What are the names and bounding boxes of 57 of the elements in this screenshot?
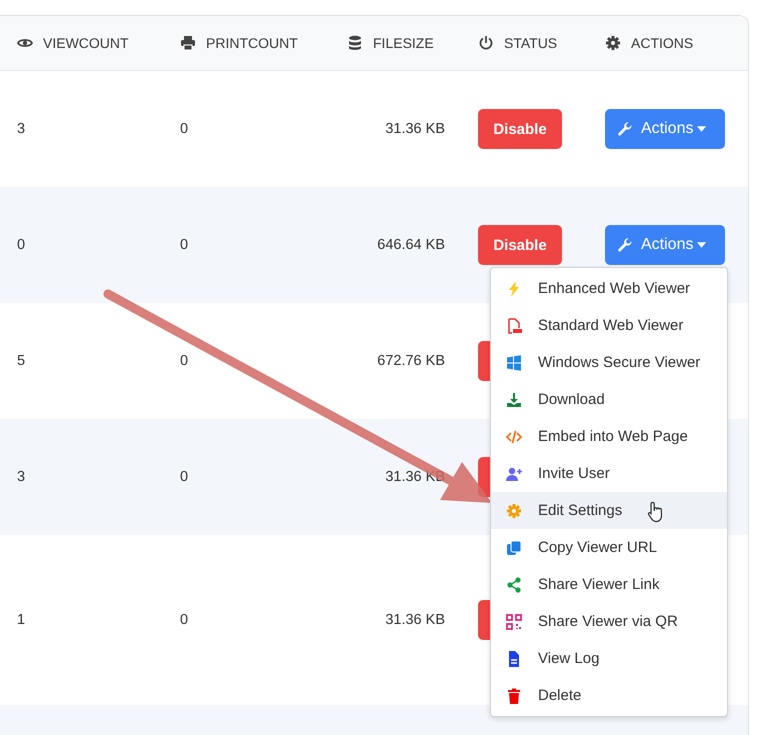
menu-item[interactable]: Delete xyxy=(491,677,727,714)
menu-item[interactable]: Embed into Web Page xyxy=(491,418,727,455)
table-cell: 3 xyxy=(17,121,26,137)
table-cell: 0 xyxy=(180,469,188,485)
table-cell: 3 xyxy=(17,469,26,485)
actions-button[interactable]: Actions xyxy=(605,225,725,265)
windows-icon xyxy=(506,354,522,370)
menu-item[interactable]: Windows Secure Viewer xyxy=(491,344,727,381)
printer-icon xyxy=(180,35,196,51)
menu-item[interactable]: Download xyxy=(491,381,727,418)
power-icon xyxy=(478,35,494,51)
menu-item[interactable]: Copy Viewer URL xyxy=(491,529,727,566)
copy-icon xyxy=(506,540,522,556)
menu-item[interactable]: Invite User xyxy=(491,455,727,492)
caret-icon xyxy=(697,126,706,132)
bolt-icon xyxy=(506,280,522,296)
menu-item[interactable]: View Log xyxy=(491,640,727,677)
wrench-icon xyxy=(617,121,633,137)
column-header[interactable]: VIEWCOUNT xyxy=(43,35,129,51)
table-cell: 0 xyxy=(180,237,188,253)
table-cell: 5 xyxy=(17,353,26,369)
actions-button[interactable]: Actions xyxy=(605,109,725,149)
table-cell: 1 xyxy=(17,612,26,628)
table-cell: 0 xyxy=(180,353,188,369)
document-icon xyxy=(506,650,522,666)
database-icon xyxy=(347,35,363,51)
menu-item[interactable]: Enhanced Web Viewer xyxy=(491,270,727,307)
table-cell: 646.64 KB xyxy=(377,237,445,253)
trash-icon xyxy=(506,688,522,704)
wrench-icon xyxy=(617,237,633,253)
table-cell: 31.36 KB xyxy=(385,469,445,485)
menu-item[interactable]: Standard Web Viewer xyxy=(491,307,727,344)
menu-item[interactable]: Share Viewer via QR xyxy=(491,603,727,640)
table-cell: 0 xyxy=(180,612,188,628)
menu-item[interactable]: Share Viewer Link xyxy=(491,566,727,603)
pdf-icon xyxy=(506,318,522,334)
table-cell: 31.36 KB xyxy=(385,121,445,137)
column-header[interactable]: STATUS xyxy=(504,35,558,51)
download-icon xyxy=(506,392,522,408)
table-cell: 31.36 KB xyxy=(385,612,445,628)
table-cell: 0 xyxy=(17,237,26,253)
menu-item[interactable]: Edit Settings xyxy=(491,492,727,529)
disable-button[interactable]: Disable xyxy=(478,225,562,265)
qr-icon xyxy=(506,614,522,630)
share-icon xyxy=(506,576,522,592)
caret-icon xyxy=(697,242,706,248)
settings-icon xyxy=(605,35,621,51)
hand-cursor-icon xyxy=(647,500,665,524)
column-header[interactable]: PRINTCOUNT xyxy=(206,35,298,51)
settings-icon xyxy=(506,502,522,518)
table-cell: 0 xyxy=(180,121,188,137)
column-header[interactable]: ACTIONS xyxy=(631,35,694,51)
table-cell: 672.76 KB xyxy=(377,353,445,369)
column-header[interactable]: FILESIZE xyxy=(373,35,434,51)
user-plus-icon xyxy=(506,466,522,482)
disable-button[interactable]: Disable xyxy=(478,109,562,149)
code-icon xyxy=(506,428,522,444)
